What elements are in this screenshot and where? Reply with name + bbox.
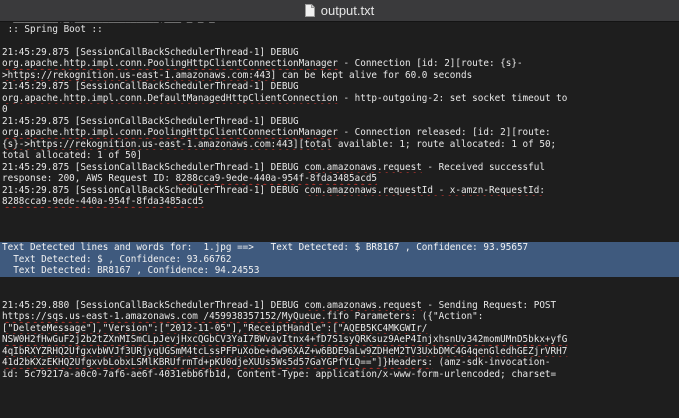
log-line: org.apache.http.impl.conn.PoolingHttpCli… xyxy=(2,58,523,69)
log-line: response: 200, AWS Request ID: 8288cca9-… xyxy=(2,173,378,184)
log-line: 0 xyxy=(2,104,8,115)
log-line: 4qIbRXYZRHQ2UfgxvbWVJf3URjyqUGSmM4tcLssP… xyxy=(2,345,568,357)
text-editor[interactable]: ________|_|_______________|___/_/_/_/ ::… xyxy=(0,22,679,418)
selected-log-line: Text Detected lines and words for: 1.jpg… xyxy=(2,242,529,253)
log-line: >https://rekognition.us-east-1.amazonaws… xyxy=(2,69,473,81)
log-line: 21:45:29.880 [SessionCallBackSchedulerTh… xyxy=(2,299,557,311)
window-title: output.txt xyxy=(320,3,375,18)
log-line: NSW0H2fHwGuF2j2b2tZXnMISmCLpJevjHxcQGbCV… xyxy=(2,334,568,345)
text-selection[interactable]: Text Detected lines and words for: 1.jpg… xyxy=(0,242,679,277)
log-line: :: Spring Boot :: xyxy=(2,23,103,35)
log-line: 21:45:29.875 [SessionCallBackSchedulerTh… xyxy=(2,115,299,127)
log-line: 21:45:29.875 [SessionCallBackSchedulerTh… xyxy=(2,46,299,58)
log-line: org.apache.http.impl.conn.PoolingHttpCli… xyxy=(2,127,551,138)
window-titlebar: output.txt xyxy=(0,0,679,22)
log-line: org.apache.http.impl.conn.DefaultManaged… xyxy=(2,92,568,104)
log-line: 41d2bKXzEKHQ2UfgxvbLobxLSMlKBRUfrmTd+pKU… xyxy=(2,357,551,368)
log-line: 21:45:29.875 [SessionCallBackSchedulerTh… xyxy=(2,161,545,173)
log-line: ["DeleteMessage"],"Version":["2012-11-05… xyxy=(2,322,428,334)
log-line: 21:45:29.875 [SessionCallBackSchedulerTh… xyxy=(2,184,545,196)
log-line: {s}->https://rekognition.us-east-1.amazo… xyxy=(2,138,557,150)
log-line: total allocated: 1 of 50] xyxy=(2,150,142,161)
log-line: 21:45:29.875 [SessionCallBackSchedulerTh… xyxy=(2,81,299,92)
log-line: 8288cca9-9ede-440a-954f-8fda3485acd5 xyxy=(2,196,204,207)
selected-log-line: Text Detected: BR8167 , Confidence: 94.2… xyxy=(2,265,260,276)
log-lines: ________|_|_______________|___/_/_/_/ ::… xyxy=(0,22,679,380)
document-icon xyxy=(304,4,315,17)
log-line: id: 5c79217a-a0c0-7af6-ae6f-4031ebb6fb1d… xyxy=(2,368,557,380)
selected-log-line: Text Detected: $ , Confidence: 93.66762 xyxy=(2,253,232,265)
log-line: https://sqs.us-east-1.amazonaws.com /459… xyxy=(2,311,484,322)
